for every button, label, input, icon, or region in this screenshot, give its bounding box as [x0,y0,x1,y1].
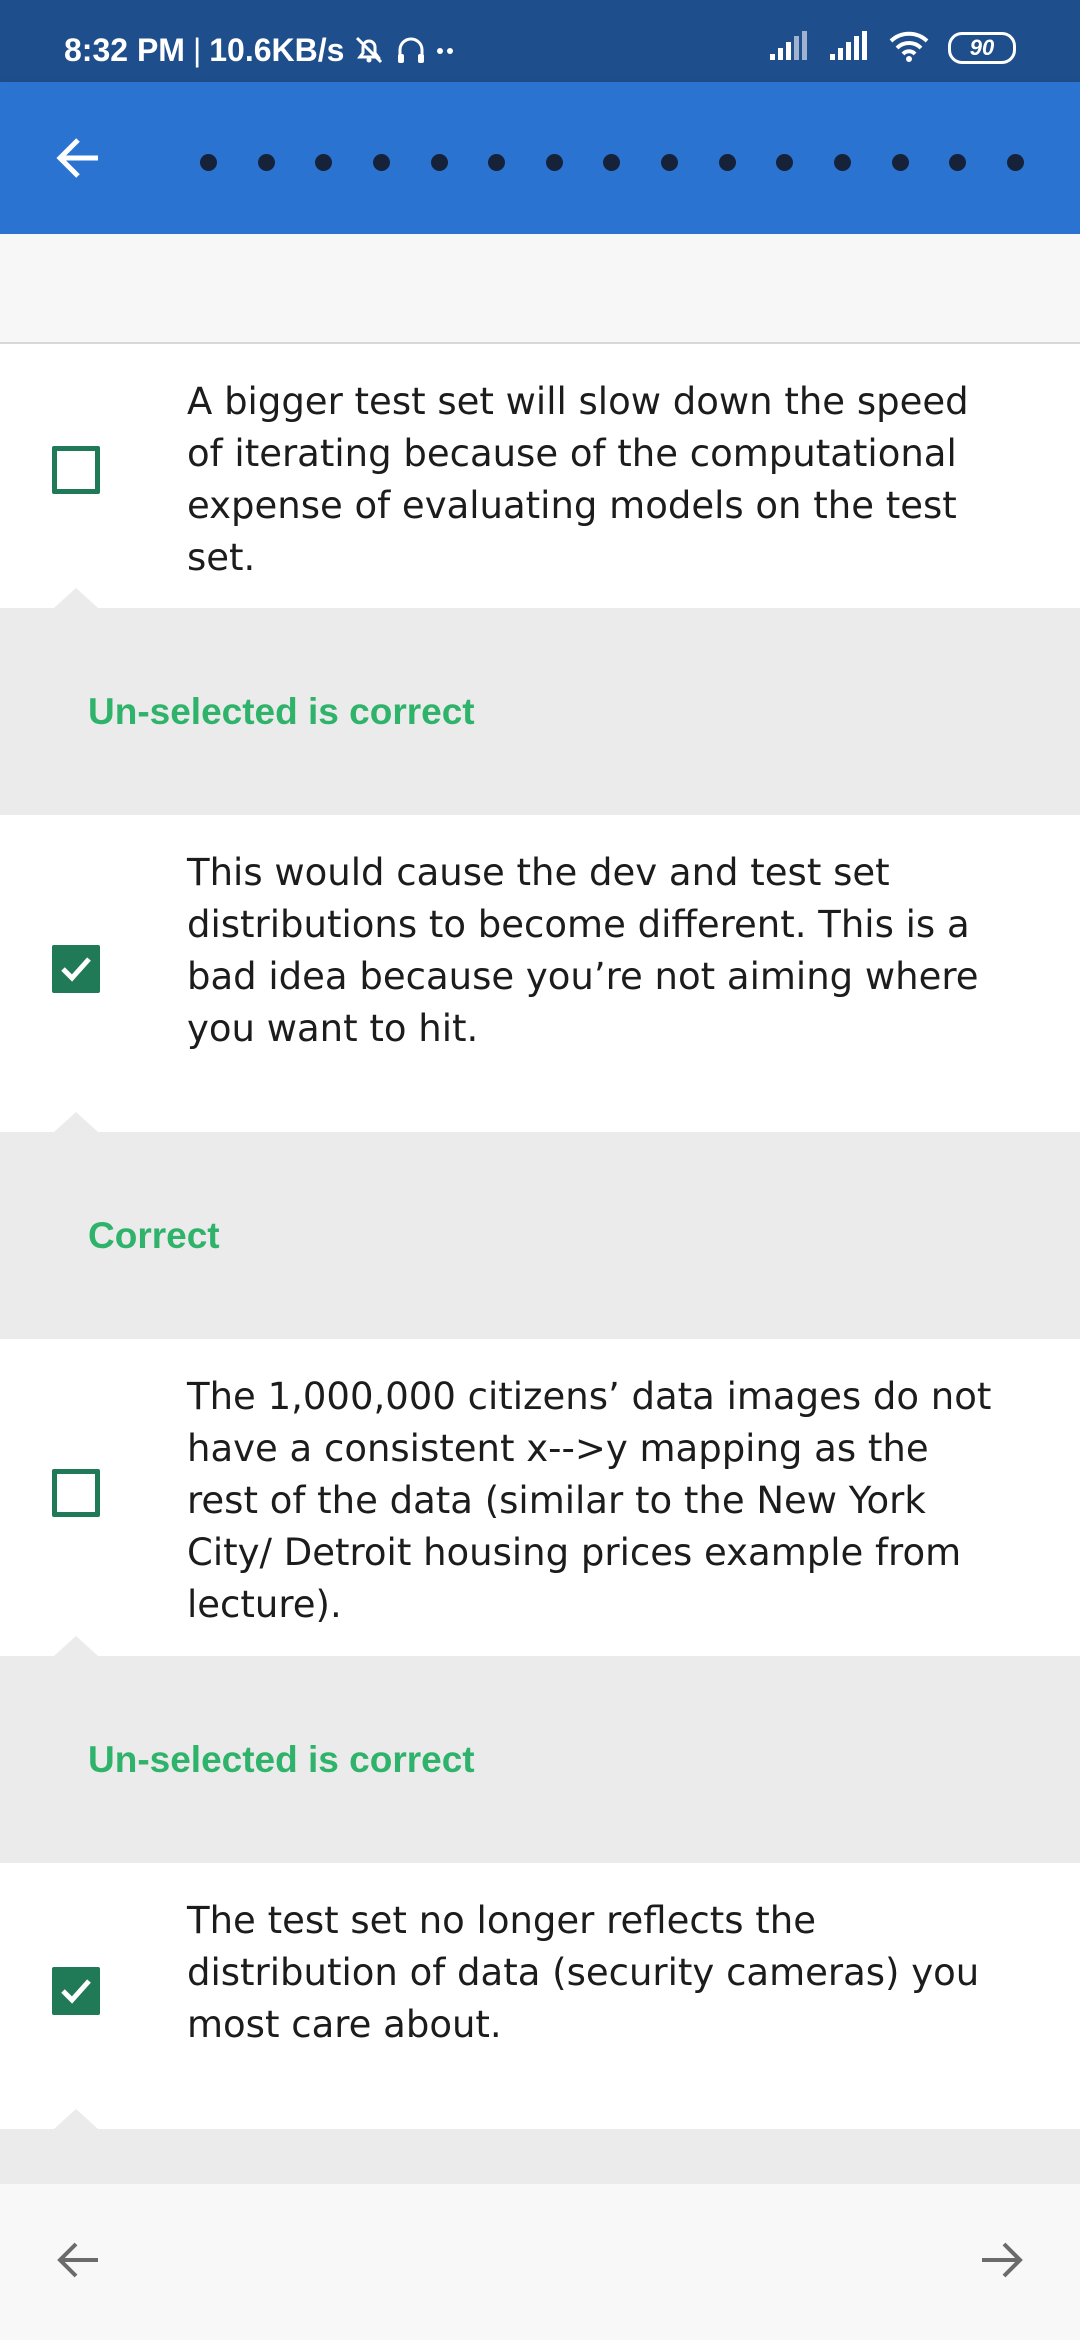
progress-dot[interactable] [718,153,736,171]
app-bar [0,82,1080,234]
progress-dot[interactable] [315,153,333,171]
progress-dot[interactable] [372,153,390,171]
answer-option[interactable]: A bigger test set will slow down the spe… [0,344,1080,608]
feedback-panel: Un-selected is correct [0,588,1080,815]
answer-option[interactable]: This would cause the dev and test set di… [0,815,1080,1132]
answer-option[interactable]: The 1,000,000 citizens’ data images do n… [0,1339,1080,1656]
progress-dot[interactable] [891,153,909,171]
progress-dot[interactable] [949,153,967,171]
progress-dot[interactable] [661,153,679,171]
feedback-text: Un-selected is correct [88,1739,475,1780]
feedback-text: Un-selected is correct [88,691,475,732]
checkbox-checked[interactable] [52,945,100,993]
status-right: 90 [768,26,1016,70]
signal-strength-icon [828,30,870,67]
answer-option[interactable]: The test set no longer reflects the dist… [0,1863,1080,2129]
arrow-left-icon [54,2236,102,2289]
checkbox-checked[interactable] [52,1967,100,2015]
progress-dot[interactable] [257,153,275,171]
progress-dot[interactable] [430,153,448,171]
option-text: This would cause the dev and test set di… [187,851,979,1050]
progress-dot[interactable] [200,153,217,171]
option-text: A bigger test set will slow down the spe… [187,380,969,579]
status-bar: 8:32 PM | 10.6KB/s 90 [0,0,1080,82]
feedback-panel: Un-selected is correct [0,1636,1080,1863]
question-progress-dots [200,144,1024,180]
progress-dot[interactable] [488,153,506,171]
headphones-icon [394,33,428,67]
checkbox[interactable] [52,446,100,494]
wifi-icon [888,29,930,68]
bottom-navigation [0,2184,1080,2340]
alarm-off-icon [352,33,386,67]
progress-dot[interactable] [1006,153,1024,171]
previous-button[interactable] [40,2224,116,2300]
progress-dot[interactable] [834,153,852,171]
feedback-panel: Correct [0,1112,1080,1339]
battery-indicator: 90 [948,32,1016,64]
option-text: The test set no longer reflects the dist… [187,1899,980,2046]
arrow-left-icon [54,134,102,187]
option-text: The 1,000,000 citizens’ data images do n… [187,1375,992,1626]
next-button[interactable] [964,2224,1040,2300]
feedback-panel [0,2109,1080,2184]
back-button[interactable] [40,122,116,198]
question-header-area [0,234,1080,344]
progress-dot[interactable] [545,153,563,171]
progress-dot[interactable] [776,153,794,171]
progress-dot[interactable] [603,153,621,171]
feedback-text: Correct [88,1215,220,1256]
arrow-right-icon [978,2236,1026,2289]
checkbox[interactable] [52,1469,100,1517]
signal-strength-icon [768,30,810,67]
more-notifications-icon [436,33,454,67]
